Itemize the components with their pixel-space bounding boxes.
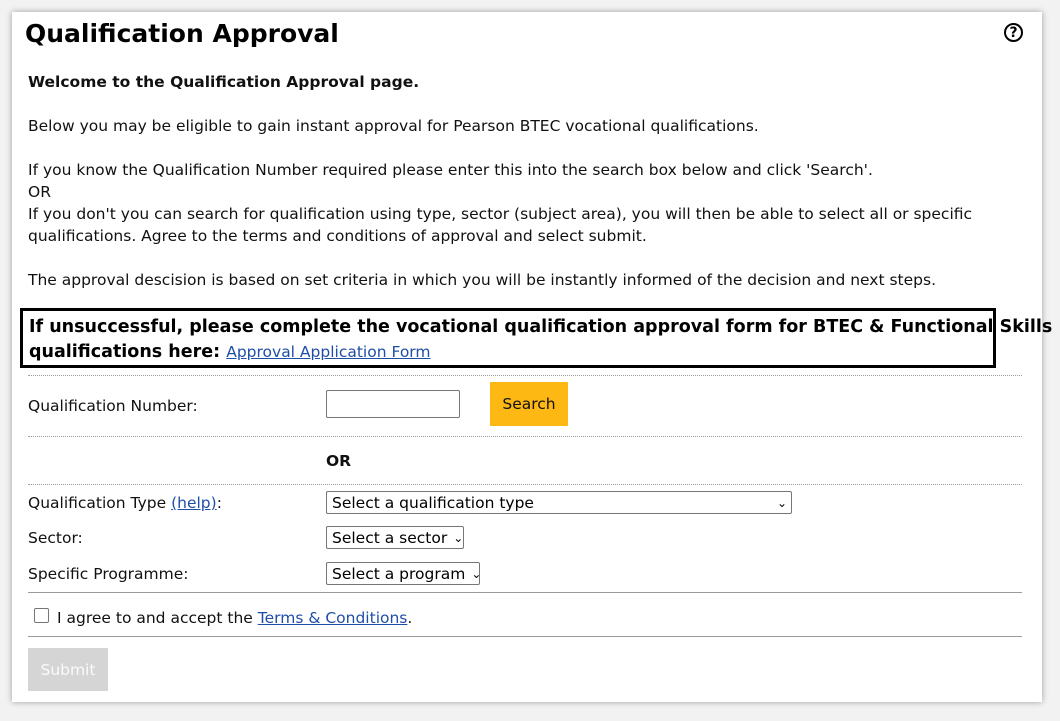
intro-paragraph-2d: qualifications. Agree to the terms and c… [28,227,647,245]
chevron-down-icon: ⌄ [776,495,787,510]
help-icon[interactable]: ? [1004,23,1023,42]
sector-select[interactable]: Select a sector ⌄ [326,526,464,549]
search-button[interactable]: Search [490,382,568,426]
qualification-type-select[interactable]: Select a qualification type ⌄ [326,491,792,514]
divider [28,484,1022,485]
terms-period: . [407,609,413,627]
qualification-type-label-colon: : [216,494,222,512]
specific-programme-select[interactable]: Select a program ⌄ [326,562,482,585]
notice-line-2-text: qualifications here: [29,342,221,362]
specific-programme-selected: Select a program [332,564,466,583]
intro-paragraph-2c: If you don't you can search for qualific… [28,205,973,223]
intro-paragraph-2a: If you know the Qualification Number req… [28,161,873,179]
notice-line-1: If unsuccessful, please complete the voc… [29,317,1053,337]
page-title: Qualification Approval [25,19,339,48]
qualification-number-input[interactable] [326,390,460,418]
terms-agreement-text: I agree to and accept the Terms & Condit… [57,609,412,627]
divider [28,375,1022,376]
intro-or-text: OR [28,183,51,201]
or-separator: OR [326,452,352,470]
divider [28,636,1022,637]
qualification-type-selected: Select a qualification type [332,493,534,512]
unsuccessful-notice-box: If unsuccessful, please complete the voc… [20,308,1052,368]
qualification-type-help-link[interactable]: (help) [171,494,217,512]
terms-checkbox[interactable] [34,608,49,623]
welcome-heading: Welcome to the Qualification Approval pa… [28,73,420,91]
notice-line-2: qualifications here: Approval Applicatio… [29,342,431,362]
specific-programme-label: Specific Programme: [28,565,189,583]
sector-label: Sector: [28,529,83,547]
divider [28,436,1022,437]
chevron-down-icon: ⌄ [453,530,464,545]
terms-conditions-link[interactable]: Terms & Conditions [258,609,408,627]
chevron-down-icon: ⌄ [471,566,482,581]
approval-application-form-link[interactable]: Approval Application Form [226,343,430,361]
intro-paragraph-1: Below you may be eligible to gain instan… [28,117,759,135]
sector-selected: Select a sector [332,528,448,547]
intro-paragraph-3: The approval descision is based on set c… [28,271,936,289]
submit-button[interactable]: Submit [28,648,108,691]
qualification-approval-panel: Qualification Approval ? Welcome to the … [12,12,1052,702]
qualification-type-label: Qualification Type (help): [28,494,222,512]
qualification-type-label-text: Qualification Type [28,494,167,512]
qualification-number-label: Qualification Number: [28,397,198,415]
divider [28,592,1022,593]
terms-text: I agree to and accept the [57,609,253,627]
